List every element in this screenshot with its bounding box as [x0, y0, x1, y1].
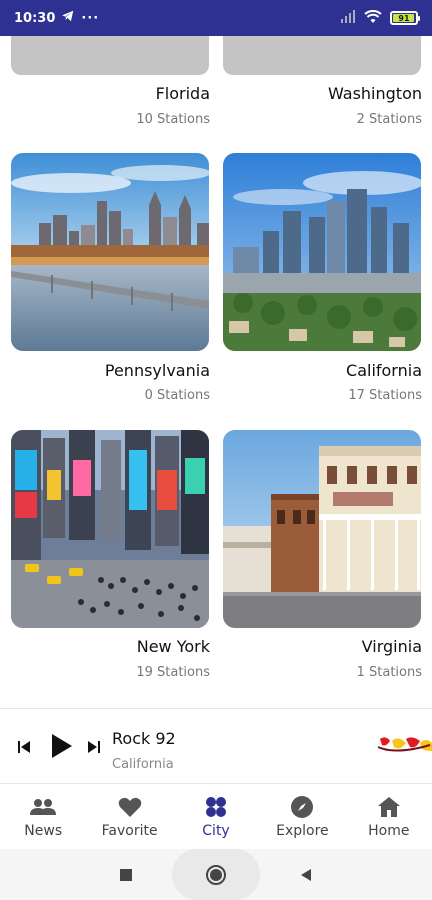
city-name-new-york[interactable]: New York: [137, 637, 210, 656]
city-name-washington[interactable]: Washington: [328, 84, 422, 103]
bottom-nav: News Favorite City Explore Home: [0, 785, 432, 849]
city-name-pennsylvania[interactable]: Pennsylvania: [105, 361, 210, 380]
telegram-icon: [61, 9, 75, 27]
city-name-virginia[interactable]: Virginia: [362, 637, 422, 656]
city-count-virginia: 1 Stations: [356, 665, 422, 680]
nav-label-news: News: [24, 823, 63, 839]
city-card-image-pennsylvania[interactable]: [11, 153, 209, 351]
mini-player[interactable]: Rock 92 California: [0, 708, 432, 784]
nav-label-home: Home: [368, 823, 410, 839]
status-time: 10:30: [14, 10, 56, 26]
nav-item-home[interactable]: Home: [346, 785, 432, 849]
city-count-california: 17 Stations: [348, 388, 422, 403]
nav-item-news[interactable]: News: [0, 785, 86, 849]
wifi-icon: [364, 9, 382, 28]
city-card-image-california[interactable]: [223, 153, 421, 351]
compass-icon: [289, 795, 315, 819]
nav-label-city: City: [202, 823, 230, 839]
grid-icon: [203, 795, 229, 819]
heart-icon: [117, 795, 143, 819]
battery-text: 91: [398, 13, 410, 23]
recents-icon[interactable]: [116, 865, 136, 885]
city-name-california[interactable]: California: [346, 361, 422, 380]
station-logo: [376, 733, 432, 759]
skip-previous-icon[interactable]: [10, 733, 38, 761]
nav-item-city[interactable]: City: [173, 785, 259, 849]
skip-next-icon[interactable]: [80, 733, 108, 761]
cellular-signal-icon: [340, 9, 356, 28]
city-card-image-new-york[interactable]: [11, 430, 209, 628]
city-grid: Florida 10 Stations Pennsylvania 0 Stati…: [0, 36, 432, 706]
nav-label-explore: Explore: [276, 823, 329, 839]
status-more: ···: [81, 10, 100, 26]
status-left: 10:30 ···: [14, 9, 99, 27]
system-nav-bar: [0, 849, 432, 900]
city-card-image-virginia[interactable]: [223, 430, 421, 628]
city-column-left: Florida 10 Stations Pennsylvania 0 Stati…: [11, 36, 210, 706]
city-card-image-washington[interactable]: [223, 36, 421, 75]
city-name-florida[interactable]: Florida: [156, 84, 210, 103]
status-right: 91: [340, 9, 420, 28]
station-subtitle: California: [112, 757, 174, 772]
status-bar: 10:30 ··· 91: [0, 0, 432, 36]
people-icon: [30, 795, 57, 819]
home-button[interactable]: [172, 849, 260, 900]
play-icon[interactable]: [44, 729, 78, 763]
back-icon[interactable]: [296, 865, 316, 885]
nav-item-favorite[interactable]: Favorite: [86, 785, 172, 849]
city-column-right: Washington 2 Stations California 17 Stat…: [223, 36, 422, 706]
nav-item-explore[interactable]: Explore: [259, 785, 345, 849]
city-count-pennsylvania: 0 Stations: [144, 388, 210, 403]
station-title[interactable]: Rock 92: [112, 729, 176, 748]
city-card-image-florida[interactable]: [11, 36, 209, 75]
city-count-new-york: 19 Stations: [136, 665, 210, 680]
battery-icon: 91: [390, 11, 420, 25]
nav-label-favorite: Favorite: [101, 823, 158, 839]
city-count-florida: 10 Stations: [136, 112, 210, 127]
home-icon: [376, 795, 402, 819]
city-count-washington: 2 Stations: [356, 112, 422, 127]
